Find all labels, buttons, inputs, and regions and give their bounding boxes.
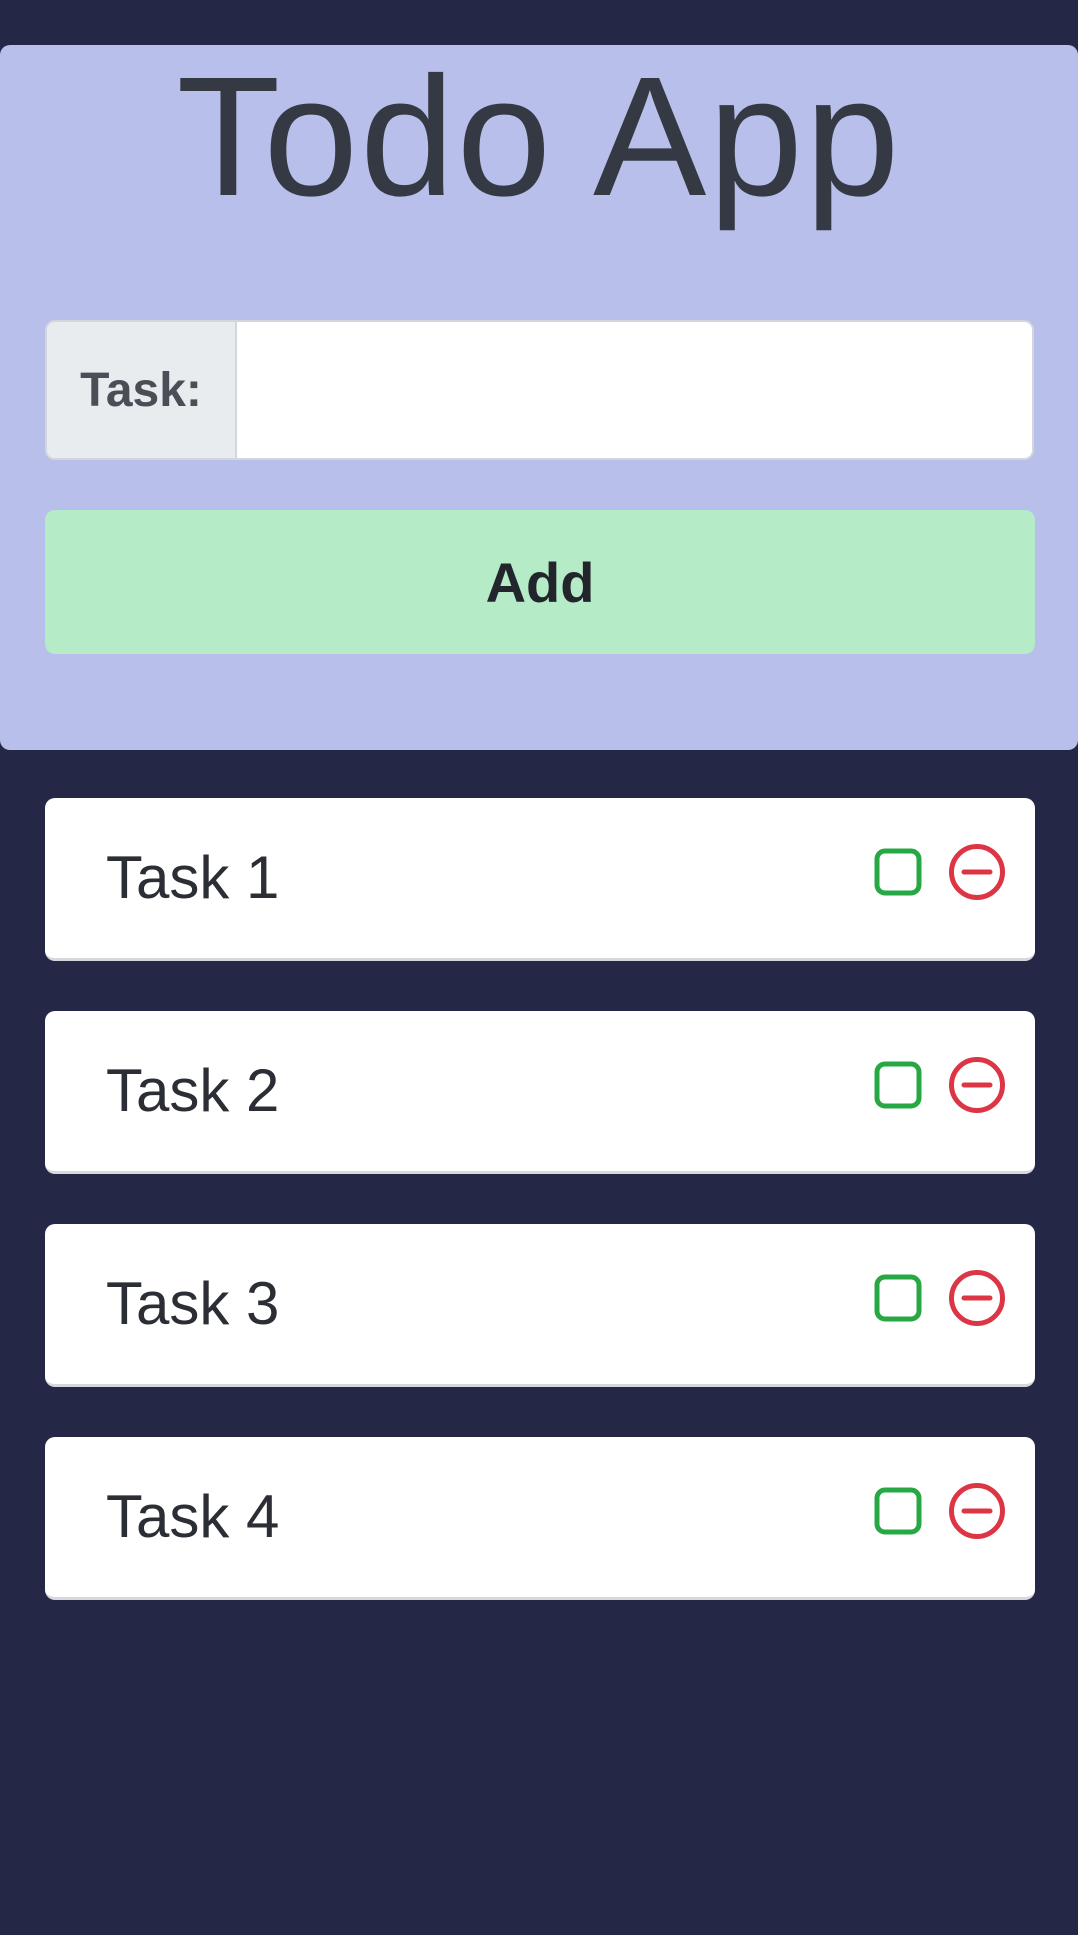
- checkbox-icon[interactable]: [874, 1061, 922, 1109]
- todo-item: Task 4: [45, 1437, 1035, 1600]
- app-title: Todo App: [176, 42, 902, 232]
- minus-circle-icon[interactable]: [948, 1482, 1006, 1540]
- task-label: Task:: [47, 322, 237, 458]
- minus-circle-icon[interactable]: [948, 1269, 1006, 1327]
- task-input-group: Task:: [45, 320, 1034, 460]
- checkbox-icon[interactable]: [874, 1274, 922, 1322]
- todo-label: Task 1: [106, 844, 280, 911]
- minus-circle-icon[interactable]: [948, 1056, 1006, 1114]
- task-input[interactable]: [237, 322, 1032, 458]
- todo-label: Task 4: [106, 1483, 280, 1550]
- todo-label: Task 3: [106, 1270, 280, 1337]
- todo-item: Task 1: [45, 798, 1035, 961]
- checkbox-icon[interactable]: [874, 1487, 922, 1535]
- todo-item: Task 3: [45, 1224, 1035, 1387]
- todo-item: Task 2: [45, 1011, 1035, 1174]
- todo-label: Task 2: [106, 1057, 280, 1124]
- add-button[interactable]: Add: [45, 510, 1035, 654]
- todo-list: Task 1 Task 2 Task 3 Task 4: [45, 798, 1035, 1650]
- checkbox-icon[interactable]: [874, 848, 922, 896]
- minus-circle-icon[interactable]: [948, 843, 1006, 901]
